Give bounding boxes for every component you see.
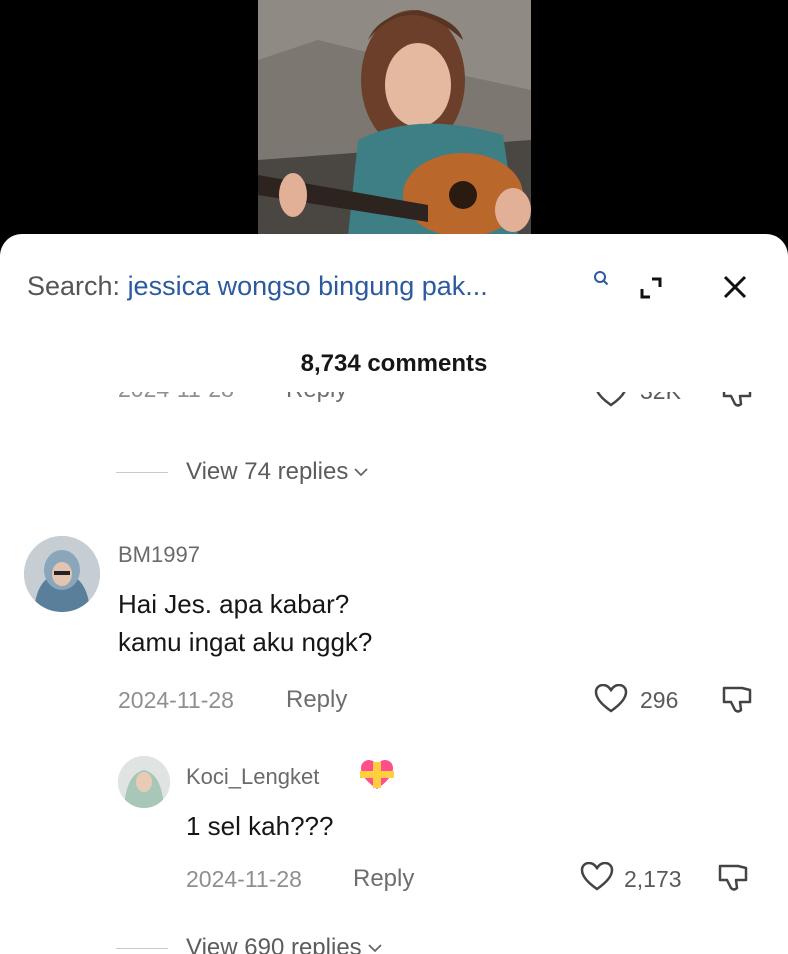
reply-button[interactable]: Reply bbox=[286, 392, 347, 404]
comment-username[interactable]: BM1997 bbox=[118, 542, 200, 568]
avatar-image bbox=[118, 756, 170, 808]
heart-ribbon-emoji bbox=[360, 760, 394, 789]
chevron-down-icon bbox=[368, 944, 382, 953]
heart-icon[interactable] bbox=[594, 392, 628, 408]
view-replies-button[interactable]: View 74 replies bbox=[116, 458, 368, 486]
search-bar[interactable]: Search: jessica wongso bingung pak... bbox=[27, 268, 767, 304]
reply-username[interactable]: Koci_Lengket bbox=[186, 764, 319, 790]
search-query-link[interactable]: jessica wongso bingung pak... bbox=[128, 271, 488, 302]
heart-icon[interactable] bbox=[594, 684, 628, 714]
chevron-down-icon bbox=[354, 468, 368, 477]
like-count: 2,173 bbox=[624, 866, 682, 892]
dislike-icon[interactable] bbox=[716, 862, 750, 894]
expand-icon[interactable] bbox=[637, 274, 665, 302]
comments-sheet: Search: jessica wongso bingung pak... 8,… bbox=[0, 234, 788, 954]
like-count: 296 bbox=[640, 687, 679, 713]
video-frame-art bbox=[258, 0, 531, 236]
search-icon[interactable] bbox=[593, 270, 609, 286]
view-replies-button[interactable]: View 690 replies bbox=[116, 934, 382, 954]
avatar[interactable] bbox=[118, 756, 170, 808]
reply-date: 2024-11-28 bbox=[186, 866, 302, 892]
clipped-comment-actions: 2024-11-28 Reply 32K bbox=[0, 392, 788, 418]
video-thumbnail bbox=[258, 0, 531, 236]
reply-button[interactable]: Reply bbox=[353, 865, 414, 893]
comment-date: 2024-11-28 bbox=[118, 687, 234, 713]
avatar[interactable] bbox=[24, 536, 100, 612]
video-player[interactable] bbox=[0, 0, 788, 250]
clipped-view-replies: View 690 replies bbox=[0, 930, 788, 954]
comment-count: 8,734 comments bbox=[300, 350, 488, 377]
dislike-icon[interactable] bbox=[720, 392, 754, 408]
divider-line bbox=[116, 471, 168, 473]
heart-icon[interactable] bbox=[580, 862, 614, 892]
view-replies-label: View 690 replies bbox=[186, 934, 362, 954]
comment-date: 2024-11-28 bbox=[118, 392, 234, 403]
reply-button[interactable]: Reply bbox=[286, 686, 347, 714]
dislike-icon[interactable] bbox=[720, 684, 754, 716]
like-count: 32K bbox=[640, 392, 681, 405]
close-icon[interactable] bbox=[720, 272, 750, 302]
divider-line bbox=[116, 947, 168, 949]
avatar-image bbox=[24, 536, 100, 612]
search-prefix: Search: bbox=[27, 270, 128, 301]
view-replies-label: View 74 replies bbox=[186, 458, 349, 485]
reply-text: 1 sel kah??? bbox=[186, 811, 334, 841]
comment-text: Hai Jes. apa kabar? kamu ingat aku nggk? bbox=[118, 589, 373, 657]
